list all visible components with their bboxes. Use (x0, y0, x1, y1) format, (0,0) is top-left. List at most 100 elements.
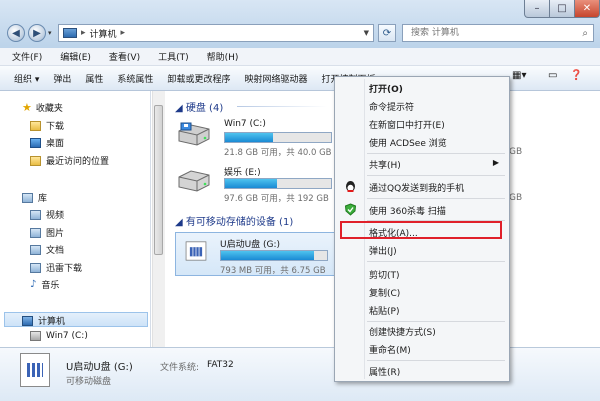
menu-file[interactable]: 文件(F) (12, 50, 42, 63)
computer-icon (22, 315, 33, 326)
menu-item-label: 弹出(J) (369, 247, 397, 257)
drive-space-fragment: GB (509, 193, 523, 203)
drive-space-info: 97.6 GB 可用，共 192 GB (224, 194, 329, 204)
format-highlight-box (340, 221, 502, 239)
organize-button[interactable]: 组织 ▾ (14, 72, 39, 85)
nav-item-drive-c[interactable]: Win7 (C:) (30, 331, 88, 341)
properties-button[interactable]: 属性 (85, 72, 103, 85)
breadcrumb-separator[interactable]: ▸ (121, 28, 126, 38)
refresh-button[interactable]: ⟳ (378, 24, 396, 42)
collapse-icon: ◢ (175, 217, 186, 228)
nav-item-thunder[interactable]: 迅雷下载 (30, 261, 82, 274)
shield-icon (344, 203, 357, 216)
menu-item-copy[interactable]: 复制(C) (335, 283, 509, 301)
forward-button[interactable]: ▶ (28, 24, 46, 42)
nav-item-downloads[interactable]: 下载 (30, 119, 64, 132)
eject-button[interactable]: 弹出 (53, 72, 71, 85)
drive-usage-bar (224, 178, 332, 189)
drive-icon (30, 331, 41, 341)
menu-item-rename[interactable]: 重命名(M) (335, 340, 509, 358)
navigation-pane: ★ 收藏夹 下载 桌面 最近访问的位置 库 视频 图片 文档 迅雷下载 ♪ 音乐… (0, 91, 151, 347)
chevron-down-icon[interactable]: ▼ (364, 29, 369, 37)
menu-item-360-scan[interactable]: 使用 360杀毒 扫描 (335, 201, 509, 219)
menu-separator (367, 175, 505, 176)
nav-label: 图片 (46, 229, 65, 239)
nav-scrollbar[interactable] (152, 91, 165, 347)
menu-bar: 文件(F) 编辑(E) 查看(V) 工具(T) 帮助(H) (0, 48, 600, 66)
download-folder-icon (30, 120, 41, 131)
close-button[interactable]: ✕ (574, 0, 600, 18)
details-type: 可移动磁盘 (66, 377, 112, 387)
menu-item-paste[interactable]: 粘贴(P) (335, 301, 509, 319)
group-header-hdd[interactable]: ◢ 硬盘 (4) (175, 99, 223, 114)
group-label: 硬盘 (4) (185, 103, 224, 114)
menu-item-eject[interactable]: 弹出(J) (335, 241, 509, 259)
nav-item-documents[interactable]: 文档 (30, 243, 64, 256)
menu-tools[interactable]: 工具(T) (158, 50, 189, 63)
thunder-download-icon (30, 262, 41, 273)
menu-edit[interactable]: 编辑(E) (60, 50, 91, 63)
details-fs-label: 文件系统: (160, 363, 200, 373)
scrollbar-thumb[interactable] (154, 105, 163, 255)
search-box[interactable]: ⌕ (402, 24, 594, 42)
search-icon[interactable]: ⌕ (582, 28, 588, 39)
menu-item-create-shortcut[interactable]: 创建快捷方式(S) (335, 322, 509, 340)
back-button[interactable]: ◀ (7, 24, 25, 42)
menu-view[interactable]: 查看(V) (109, 50, 140, 63)
submenu-arrow-icon: ▶ (492, 158, 499, 167)
breadcrumb-computer[interactable]: 计算机 (90, 27, 117, 40)
nav-item-recent[interactable]: 最近访问的位置 (30, 154, 109, 167)
nav-item-videos[interactable]: 视频 (30, 208, 64, 221)
nav-libraries[interactable]: 库 (22, 191, 47, 204)
nav-item-pictures[interactable]: 图片 (30, 226, 64, 239)
breadcrumb-separator[interactable]: ▸ (81, 28, 86, 38)
menu-item-acdsee[interactable]: 使用 ACDSee 浏览 (335, 133, 509, 151)
map-network-drive-button[interactable]: 映射网络驱动器 (244, 72, 307, 85)
library-icon (22, 192, 33, 203)
nav-label: Win7 (C:) (46, 331, 88, 341)
drive-name: Win7 (C:) (224, 119, 266, 129)
menu-item-label: 使用 360杀毒 扫描 (369, 207, 446, 217)
drive-usage-bar (224, 132, 332, 143)
search-input[interactable] (409, 27, 573, 39)
minimize-button[interactable]: – (524, 0, 550, 18)
nav-label: 音乐 (41, 281, 60, 291)
menu-separator (367, 153, 505, 154)
help-icon[interactable]: ❓ (570, 70, 582, 81)
group-header-removable[interactable]: ◢ 有可移动存储的设备 (1) (175, 213, 293, 228)
system-properties-button[interactable]: 系统属性 (117, 72, 153, 85)
drive-space-fragment: GB (509, 147, 523, 157)
menu-item-properties[interactable]: 属性(R) (335, 362, 509, 380)
menu-help[interactable]: 帮助(H) (207, 50, 239, 63)
nav-favorites[interactable]: ★ 收藏夹 (22, 101, 63, 114)
nav-label: 计算机 (38, 317, 66, 327)
preview-pane-icon[interactable]: ▭ (548, 70, 557, 81)
collapse-icon: ◢ (175, 103, 186, 114)
nav-label: 库 (38, 194, 48, 204)
menu-item-share[interactable]: 共享(H) ▶ (335, 155, 509, 173)
menu-item-label: 打开(O) (369, 85, 403, 95)
maximize-button[interactable]: □ (549, 0, 575, 18)
uninstall-program-button[interactable]: 卸载或更改程序 (167, 72, 230, 85)
nav-item-music[interactable]: ♪ 音乐 (30, 278, 59, 291)
menu-item-cmd[interactable]: 命令提示符 (335, 97, 509, 115)
document-library-icon (30, 244, 41, 255)
nav-computer[interactable]: 计算机 (22, 314, 65, 327)
menu-item-qq-send[interactable]: 通过QQ发送到我的手机 (335, 178, 509, 196)
nav-label: 视频 (46, 211, 65, 221)
nav-item-desktop[interactable]: 桌面 (30, 136, 64, 149)
drive-space-info: 21.8 GB 可用，共 40.0 GB (224, 148, 332, 158)
menu-item-cut[interactable]: 剪切(T) (335, 265, 509, 283)
menu-item-label: 复制(C) (369, 289, 401, 299)
refresh-icon: ⟳ (382, 27, 392, 39)
menu-item-open[interactable]: 打开(O) (335, 79, 509, 97)
drive-name: U启动U盘 (G:) (220, 240, 281, 250)
view-options-icon[interactable]: ▦▾ (512, 70, 526, 81)
menu-item-label: 通过QQ发送到我的手机 (369, 184, 465, 194)
menu-item-open-new-window[interactable]: 在新窗口中打开(E) (335, 115, 509, 133)
hard-drive-icon (178, 122, 210, 146)
menu-item-label: 创建快捷方式(S) (369, 328, 436, 338)
menu-separator (367, 198, 505, 199)
address-bar[interactable]: ▸ 计算机 ▸ ▼ (58, 24, 374, 42)
recent-pages-dropdown[interactable]: ▾ (48, 29, 52, 37)
